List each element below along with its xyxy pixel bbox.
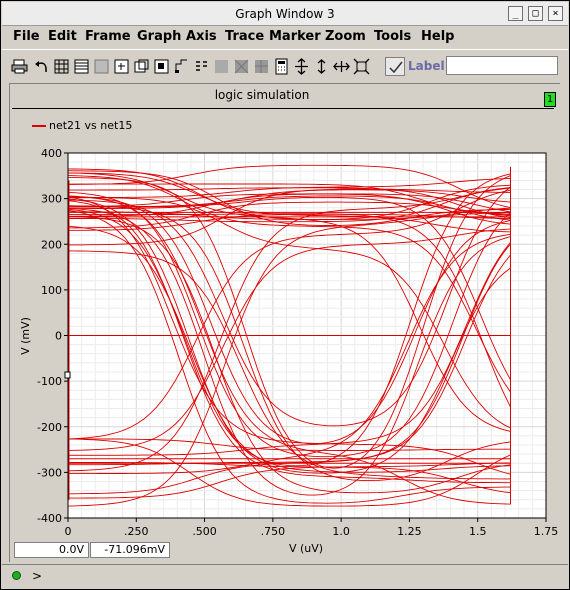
y-tick-label: -400 [37,512,62,525]
y-tick-label: 0 [55,330,62,343]
x-tick-label: 1.0 [332,525,350,538]
x-readout: 0.0V [14,542,89,558]
y-tick-label: 400 [41,147,62,160]
x-tick-label: .250 [124,525,149,538]
y-tick-label: -200 [37,421,62,434]
plot-area[interactable]: 0 .250 .500 .750 1.0 1.25 1.5 1.75 400 300 200 100 0… [1,1,570,590]
y-readout: -71.096mV [90,542,170,558]
y-tick-label: -100 [37,375,62,388]
x-tick-label: .750 [261,525,286,538]
x-tick-label: 0 [65,525,72,538]
graph-window: Graph Window 3 _ □ × File Edit Frame Gra… [0,0,570,590]
x-axis-label: V (uV) [289,542,323,555]
y-axis-label: V (mV) [19,317,32,355]
command-prompt[interactable]: > [32,569,42,583]
status-indicator-icon [12,571,21,580]
y-tick-label: 100 [41,284,62,297]
x-tick-label: 1.5 [469,525,487,538]
x-tick-label: 1.75 [534,525,559,538]
x-tick-label: 1.25 [397,525,422,538]
y-tick-label: 200 [41,238,62,251]
y-tick-label: 300 [41,193,62,206]
status-bar: > [2,564,568,588]
y-tick-label: -300 [37,466,62,479]
x-tick-label: .500 [192,525,217,538]
cursor-marker [64,371,71,379]
